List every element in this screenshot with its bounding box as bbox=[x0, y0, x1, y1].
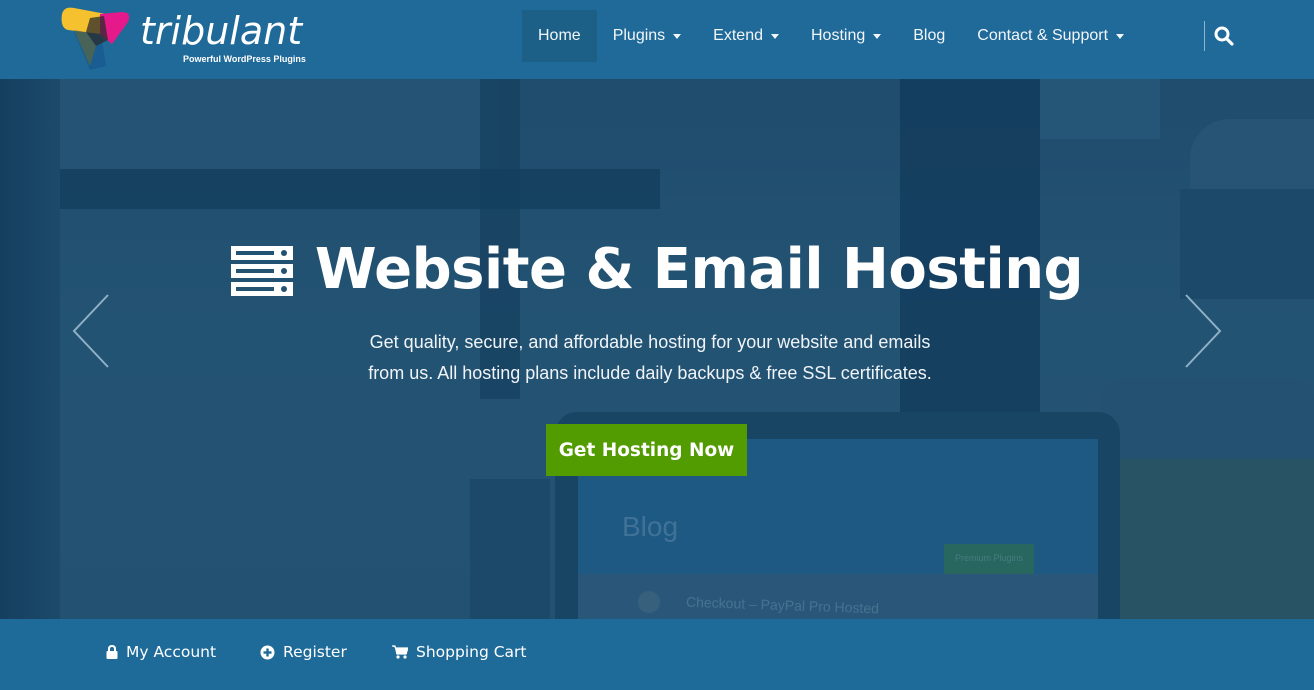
caret-down-icon bbox=[873, 34, 882, 39]
logo-wordmark: tribulant bbox=[140, 9, 303, 53]
nav-item-label: Extend bbox=[713, 27, 763, 44]
hero-subtitle-line-1: Get quality, secure, and affordable host… bbox=[369, 332, 931, 352]
server-icon bbox=[230, 246, 293, 296]
lock-icon bbox=[106, 645, 118, 659]
caret-down-icon bbox=[1116, 34, 1125, 39]
nav-item-label: Hosting bbox=[810, 27, 866, 44]
plus-circle-icon bbox=[260, 645, 275, 659]
logo-tagline: Powerful WordPress Plugins bbox=[183, 54, 306, 64]
my-account-label: My Account bbox=[126, 643, 217, 661]
my-account-link[interactable]: My Account bbox=[106, 643, 216, 661]
nav-item-extend[interactable]: Extend bbox=[697, 10, 795, 62]
caret-down-icon bbox=[673, 34, 682, 39]
account-bar: My Account Register Shopping Cart bbox=[0, 619, 1314, 690]
search-button[interactable] bbox=[1213, 25, 1235, 47]
nav-item-blog[interactable]: Blog bbox=[897, 10, 961, 62]
caret-down-icon bbox=[770, 34, 779, 39]
main-nav: Home Plugins Extend Hosting Blog Contact… bbox=[522, 10, 1140, 62]
register-label: Register bbox=[283, 643, 347, 661]
nav-item-plugins[interactable]: Plugins bbox=[597, 10, 697, 62]
get-hosting-now-button[interactable]: Get Hosting Now bbox=[546, 424, 747, 476]
hero-subtitle: Get quality, secure, and affordable host… bbox=[340, 327, 960, 389]
shopping-cart-label: Shopping Cart bbox=[416, 643, 527, 661]
shopping-cart-link[interactable]: Shopping Cart bbox=[392, 643, 527, 661]
nav-item-label: Contact & Support bbox=[977, 27, 1109, 44]
nav-item-label: Home bbox=[538, 27, 581, 44]
register-link[interactable]: Register bbox=[260, 643, 347, 661]
tribulant-logo-icon bbox=[61, 7, 130, 70]
cart-icon bbox=[392, 645, 408, 659]
logo-link[interactable]: tribulant Powerful WordPress Plugins bbox=[60, 4, 320, 70]
site-header: tribulant Powerful WordPress Plugins Hom… bbox=[0, 0, 1314, 79]
nav-item-contact-support[interactable]: Contact & Support bbox=[961, 10, 1140, 62]
hero-subtitle-line-2: from us. All hosting plans include daily… bbox=[368, 363, 932, 383]
nav-item-home[interactable]: Home bbox=[522, 10, 597, 62]
nav-item-hosting[interactable]: Hosting bbox=[795, 10, 897, 62]
nav-item-label: Plugins bbox=[612, 27, 666, 44]
hero-heading: Website & Email Hosting bbox=[0, 229, 1314, 309]
nav-divider bbox=[1204, 21, 1205, 51]
hero-slider: Blog Premium Plugins Checkout – PayPal P… bbox=[0, 79, 1314, 619]
search-icon bbox=[1214, 26, 1234, 46]
nav-item-label: Blog bbox=[913, 27, 946, 44]
hero-title: Website & Email Hosting bbox=[314, 236, 1084, 302]
